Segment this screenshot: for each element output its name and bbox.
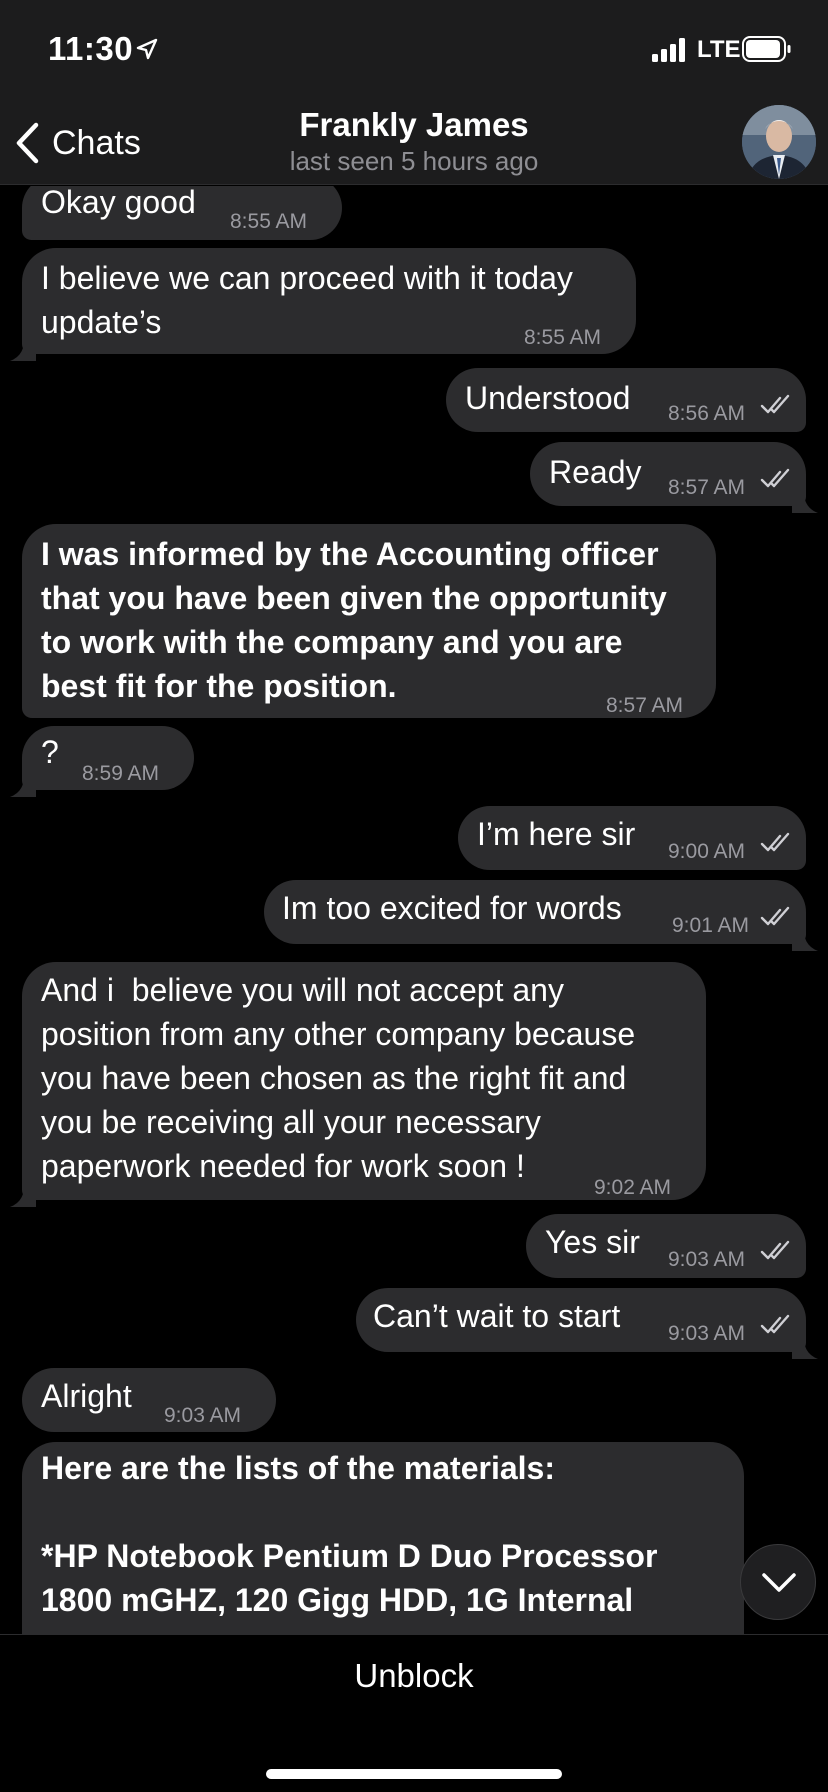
incoming-message[interactable]: Here are the lists of the materials: *HP… [22, 1442, 744, 1634]
bubble-tail [792, 480, 818, 513]
message-text: Ready [549, 454, 642, 490]
bubble-tail [792, 918, 818, 951]
read-checkmarks-icon [760, 906, 790, 926]
scroll-to-bottom-button[interactable] [740, 1544, 816, 1620]
avatar-photo [742, 105, 816, 179]
message-text: Yes sir [545, 1224, 640, 1260]
outgoing-message[interactable]: Ready 8:57 AM [530, 442, 818, 513]
bubble-tail [10, 328, 36, 361]
contact-avatar[interactable] [742, 105, 816, 179]
network-type: LTE [697, 36, 741, 63]
message-time: 9:00 AM [668, 840, 746, 863]
message-text: I believe we can proceed with it today u… [41, 260, 573, 340]
message-time: 9:03 AM [164, 1404, 242, 1427]
message-text: Okay good [41, 186, 196, 220]
message-time: 8:57 AM [668, 476, 746, 499]
message-text: Understood [465, 380, 631, 416]
message-time: 8:56 AM [668, 402, 746, 425]
incoming-message[interactable]: And i believe you will not accept any po… [10, 962, 706, 1207]
location-arrow-icon [136, 38, 158, 60]
read-checkmarks-icon [760, 468, 790, 488]
incoming-message[interactable]: Okay good 8:55 AM [22, 186, 342, 240]
home-indicator[interactable] [266, 1769, 562, 1779]
incoming-message[interactable]: Alright 9:03 AM [22, 1368, 276, 1432]
contact-name[interactable]: Frankly James [0, 106, 828, 144]
contact-last-seen: last seen 5 hours ago [289, 146, 539, 176]
message-text: I’m here sir [477, 816, 636, 852]
bottom-bar: Unblock [0, 1634, 828, 1792]
bubble-tail [792, 1326, 818, 1359]
read-checkmarks-icon [760, 1240, 790, 1260]
message-text: Can’t wait to start [373, 1298, 621, 1334]
message-text: And i believe you will not accept any po… [41, 972, 636, 1184]
unblock-button[interactable]: Unblock [0, 1657, 828, 1695]
message-text: Alright [41, 1378, 132, 1414]
read-checkmarks-icon [760, 832, 790, 852]
chat-header: Chats Frankly James last seen 5 hours ag… [0, 100, 828, 185]
read-checkmarks-icon [760, 1314, 790, 1334]
outgoing-message[interactable]: Can’t wait to start 9:03 AM [356, 1288, 818, 1359]
message-time: 9:02 AM [594, 1176, 672, 1199]
message-time: 8:57 AM [606, 694, 684, 717]
message-time: 9:03 AM [668, 1322, 746, 1345]
message-time: 9:01 AM [672, 914, 750, 937]
battery-icon [742, 36, 791, 62]
outgoing-message[interactable]: Yes sir 9:03 AM [526, 1214, 806, 1278]
outgoing-message[interactable]: Understood 8:56 AM [446, 368, 806, 432]
outgoing-message[interactable]: Im too excited for words 9:01 AM [264, 880, 818, 951]
message-list[interactable]: Okay good 8:55 AM I believe we can proce… [0, 186, 828, 1634]
incoming-message[interactable]: ? 8:59 AM [10, 726, 194, 797]
message-time: 8:55 AM [230, 210, 308, 233]
incoming-message[interactable]: I believe we can proceed with it today u… [10, 248, 636, 361]
message-text: Im too excited for words [282, 890, 622, 926]
message-text: Here are the lists of the materials: *HP… [41, 1450, 658, 1618]
read-checkmarks-icon [760, 394, 790, 414]
message-time: 9:03 AM [668, 1248, 746, 1271]
message-text: I was informed by the Accounting officer… [41, 536, 667, 704]
incoming-message[interactable]: I was informed by the Accounting officer… [22, 524, 716, 718]
bubble-tail [10, 1174, 36, 1207]
outgoing-message[interactable]: I’m here sir 9:00 AM [458, 806, 806, 870]
message-time: 8:55 AM [524, 326, 602, 349]
chevron-down-icon [762, 1573, 796, 1592]
cellular-signal-icon [652, 38, 685, 62]
status-time: 11:30 [48, 30, 134, 67]
message-time: 8:59 AM [82, 762, 160, 785]
status-bar: 11:30 LTE [0, 0, 828, 100]
message-text: ? [41, 734, 59, 770]
bubble-tail [10, 764, 36, 797]
